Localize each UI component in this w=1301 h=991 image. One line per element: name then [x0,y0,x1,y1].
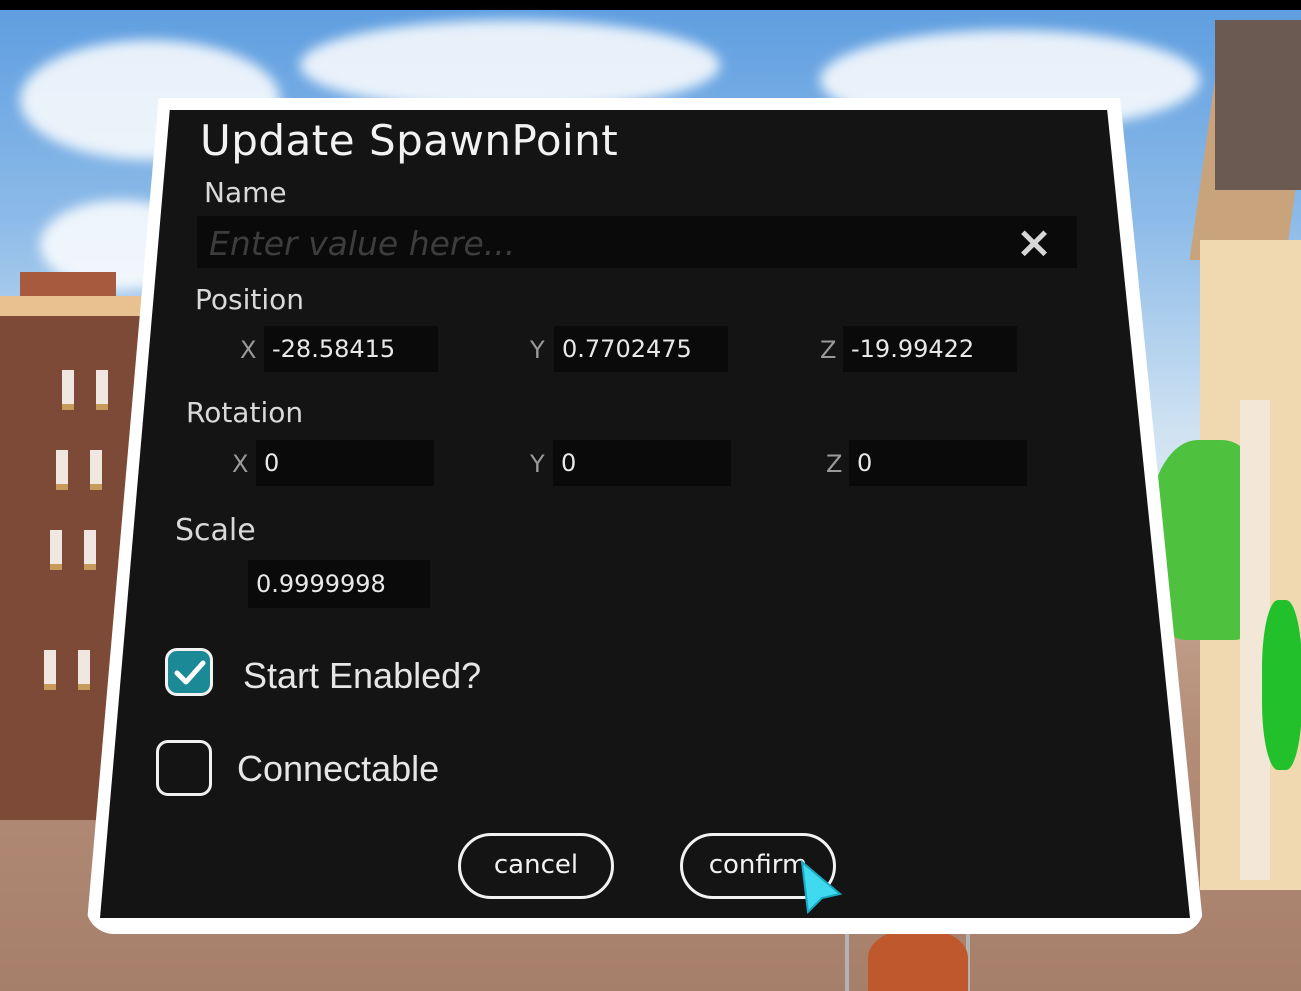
rotation-x-label: X [232,450,249,478]
vr-pointer-icon [800,859,843,915]
scale-label: Scale [175,513,256,548]
barrel [868,930,968,991]
window [90,450,102,490]
position-x-input[interactable]: -28.58415 [264,326,438,372]
name-input[interactable] [207,220,991,266]
left-building-cornice [0,296,150,316]
window [96,370,108,410]
start-enabled-checkbox[interactable] [165,648,213,696]
window [56,450,68,490]
window [62,370,74,410]
rotation-x-input[interactable]: 0 [256,440,434,486]
window [44,650,56,690]
position-x-label: X [240,336,257,364]
window [78,650,90,690]
scale-input[interactable]: 0.9999998 [248,560,430,608]
position-z-label: Z [820,336,837,364]
top-bar [0,0,1301,10]
rotation-z-input[interactable]: 0 [849,440,1027,486]
close-icon[interactable]: × [1012,221,1056,265]
checkmark-icon [174,660,206,685]
position-z-input[interactable]: -19.99422 [843,326,1017,372]
cancel-button[interactable]: cancel [458,833,614,899]
start-enabled-label: Start Enabled? [243,655,482,696]
rotation-label: Rotation [186,396,304,429]
connectable-label: Connectable [237,748,440,789]
cloud [300,20,720,110]
position-y-label: Y [530,336,545,364]
position-y-input[interactable]: 0.7702475 [554,326,728,372]
connectable-checkbox[interactable] [156,740,212,796]
window [84,530,96,570]
tree [1262,600,1301,770]
rotation-y-input[interactable]: 0 [553,440,731,486]
right-building-upper [1215,20,1301,190]
rotation-z-label: Z [826,450,843,478]
name-field: × [197,216,1077,268]
window [50,530,62,570]
name-label: Name [204,176,287,209]
position-label: Position [195,283,305,316]
rotation-y-label: Y [530,450,545,478]
dialog-title: Update SpawnPoint [200,116,619,165]
